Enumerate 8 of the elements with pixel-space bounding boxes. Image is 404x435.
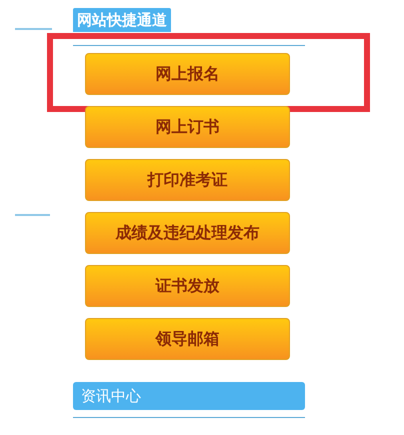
link-button[interactable]: 成绩及违纪处理发布: [85, 212, 290, 254]
section-title: 网站快捷通道: [73, 8, 171, 32]
link-button[interactable]: 证书发放: [85, 265, 290, 307]
section-title: 资讯中心: [73, 382, 305, 410]
link-button[interactable]: 网上报名: [85, 53, 290, 95]
link-button[interactable]: 领导邮箱: [85, 318, 290, 360]
link-button[interactable]: 打印准考证: [85, 159, 290, 201]
link-button[interactable]: 网上订书: [85, 106, 290, 148]
